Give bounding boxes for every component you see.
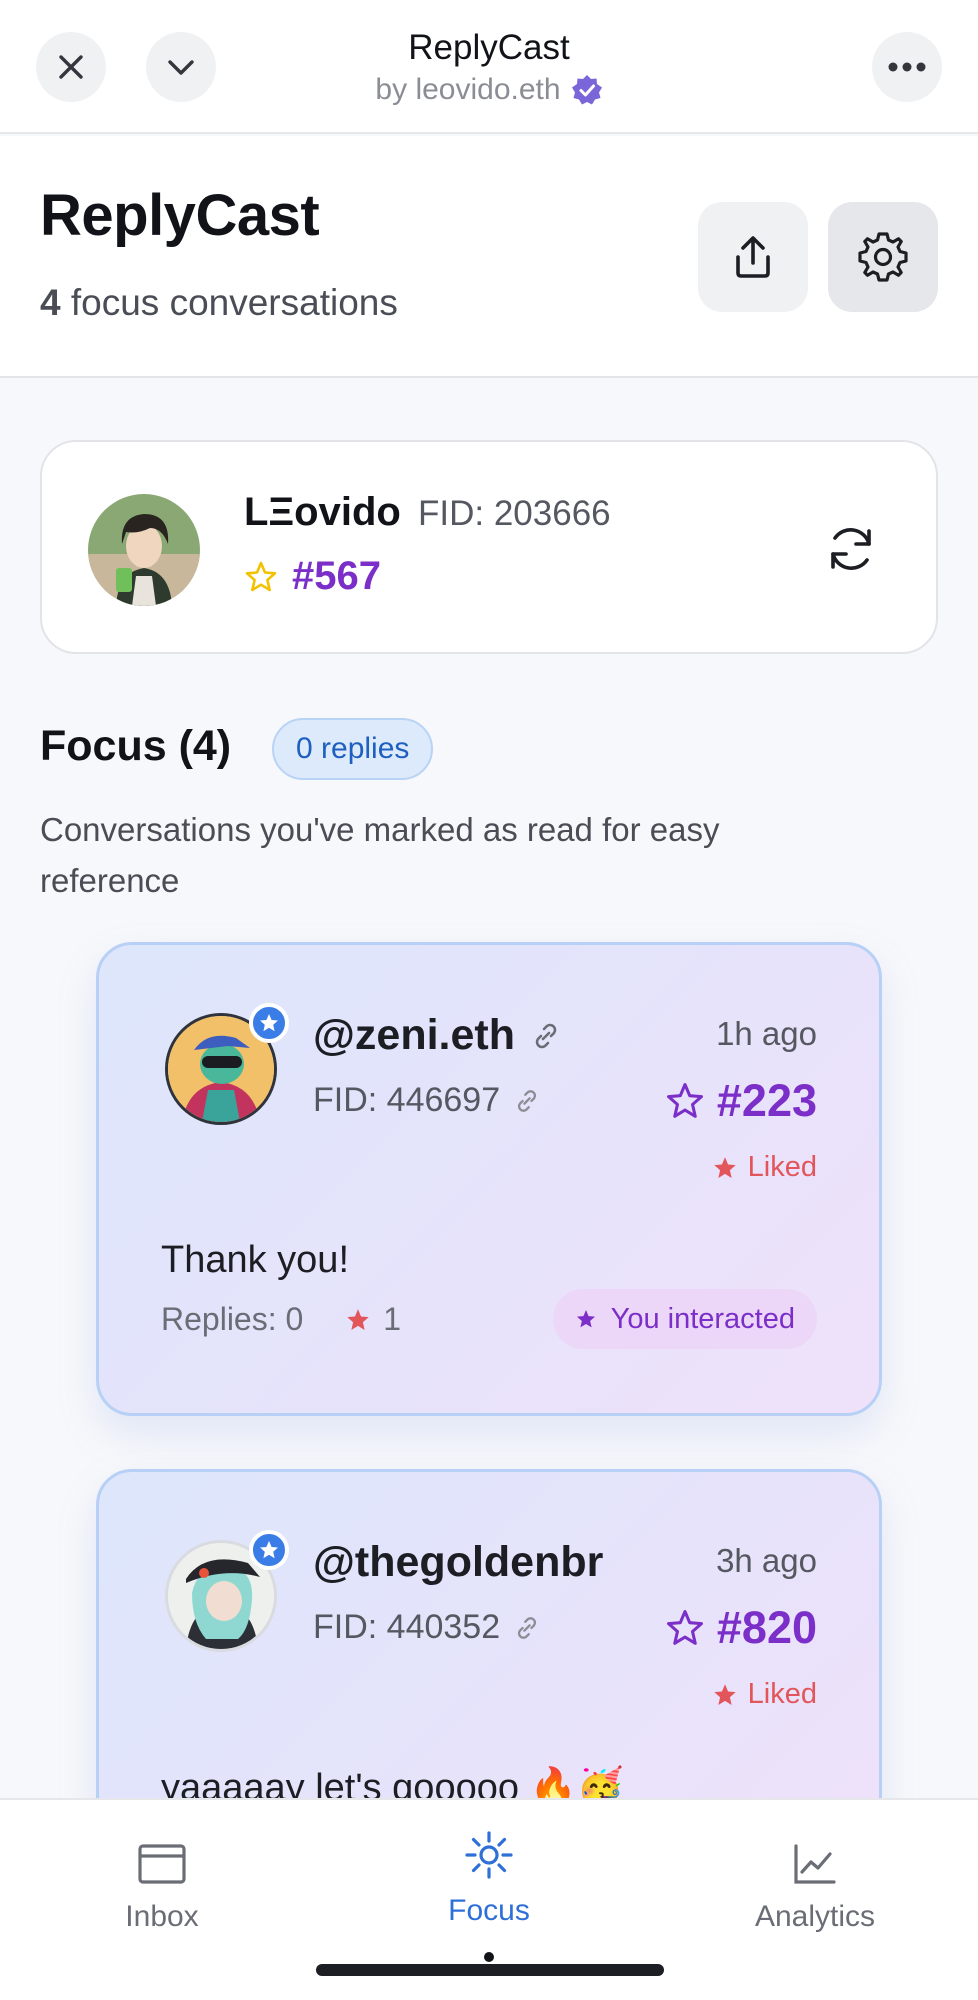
profile-name: LΞovido	[244, 490, 401, 534]
conversation-rank: #820	[665, 1602, 817, 1654]
verified-badge-icon	[571, 75, 602, 105]
power-badge-icon	[249, 1530, 289, 1570]
avatar-image	[88, 494, 200, 606]
nav-label-inbox: Inbox	[125, 1900, 199, 1933]
link-icon[interactable]	[529, 1019, 563, 1053]
star-outline-icon	[245, 561, 277, 591]
star-filled-icon	[713, 1683, 736, 1705]
liked-label: Liked	[747, 1151, 817, 1183]
replies-count: Replies: 0	[161, 1301, 304, 1337]
interacted-badge: You interacted	[552, 1289, 817, 1349]
byline-text: by leovido.eth	[375, 73, 561, 106]
gear-icon	[858, 232, 908, 282]
nav-label-analytics: Analytics	[754, 1900, 876, 1933]
star-filled-icon	[713, 1156, 736, 1178]
settings-button[interactable]	[828, 202, 938, 312]
fid-text: FID: 446697	[313, 1081, 501, 1119]
conversation-text: Thank you!	[161, 1239, 349, 1281]
handle-text: @thegoldenbr	[313, 1538, 604, 1586]
conversation-rank: #223	[665, 1075, 817, 1127]
profile-fid: FID: 203666	[418, 494, 611, 533]
mini-app-title: ReplyCast by leovido.eth	[0, 26, 978, 110]
nav-item-inbox[interactable]: Inbox	[62, 1842, 262, 1934]
mini-app-topbar: ReplyCast by leovido.eth	[0, 0, 978, 134]
conversation-handle[interactable]: @zeni.eth	[313, 1011, 563, 1060]
analytics-icon	[794, 1844, 836, 1884]
conversation-stats: Replies: 0 1	[161, 1301, 401, 1338]
profile-rank: #567	[244, 554, 381, 599]
page-subtitle: 4 focus conversations	[40, 282, 398, 324]
home-indicator[interactable]	[316, 1964, 664, 1976]
page-title: ReplyCast	[40, 183, 320, 248]
nav-item-focus[interactable]: Focus	[389, 1830, 589, 1928]
inbox-icon	[138, 1844, 186, 1884]
power-badge-icon	[249, 1003, 289, 1043]
rank-value: #223	[716, 1075, 817, 1126]
avatar[interactable]	[165, 1530, 289, 1652]
profile-rank-value: #567	[292, 554, 381, 598]
active-tab-indicator	[484, 1952, 494, 1962]
likes-count: 1	[383, 1301, 402, 1337]
liked-status: Liked	[712, 1678, 817, 1711]
page-header: ReplyCast 4 focus conversations	[0, 136, 978, 378]
app-byline: by leovido.eth	[375, 70, 602, 110]
avatar[interactable]	[165, 1003, 289, 1125]
star-filled-icon	[576, 1309, 595, 1328]
conversation-time: 3h ago	[716, 1542, 817, 1579]
link-icon[interactable]	[512, 1086, 542, 1116]
focus-count: 4	[40, 282, 61, 323]
conversation-handle[interactable]: @thegoldenbr	[313, 1538, 603, 1587]
replies-badge: 0 replies	[272, 718, 434, 780]
fid-text: FID: 440352	[313, 1608, 501, 1646]
app-title: ReplyCast	[408, 28, 570, 67]
star-outline-icon	[666, 1610, 703, 1645]
conversation-fid[interactable]: FID: 446697	[313, 1081, 542, 1120]
refresh-button[interactable]	[824, 522, 878, 576]
focus-description: Conversations you've marked as read for …	[40, 811, 720, 899]
conversation-time: 1h ago	[716, 1015, 817, 1052]
conversation-fid[interactable]: FID: 440352	[313, 1608, 542, 1647]
interacted-label: You interacted	[610, 1302, 795, 1335]
focus-icon	[465, 1831, 513, 1879]
nav-label-focus: Focus	[448, 1894, 530, 1927]
conversation-card[interactable]: @zeni.eth FID: 446697 1h ago #223 Liked …	[96, 942, 882, 1416]
link-icon[interactable]	[512, 1613, 542, 1643]
avatar	[88, 494, 200, 606]
handle-text: @zeni.eth	[313, 1011, 516, 1059]
more-horizontal-icon	[888, 62, 926, 72]
profile-card: LΞovido FID: 203666 #567	[40, 440, 938, 654]
share-icon	[736, 236, 770, 278]
liked-status: Liked	[712, 1151, 817, 1184]
focus-section-title: Focus (4)	[40, 722, 232, 770]
star-filled-icon	[347, 1308, 370, 1330]
nav-item-analytics[interactable]: Analytics	[715, 1842, 915, 1934]
star-outline-icon	[666, 1083, 703, 1118]
refresh-icon	[831, 528, 871, 570]
focus-count-suffix: focus conversations	[70, 282, 398, 323]
liked-label: Liked	[747, 1678, 817, 1710]
more-button[interactable]	[872, 32, 942, 102]
share-button[interactable]	[698, 202, 808, 312]
rank-value: #820	[716, 1602, 817, 1653]
